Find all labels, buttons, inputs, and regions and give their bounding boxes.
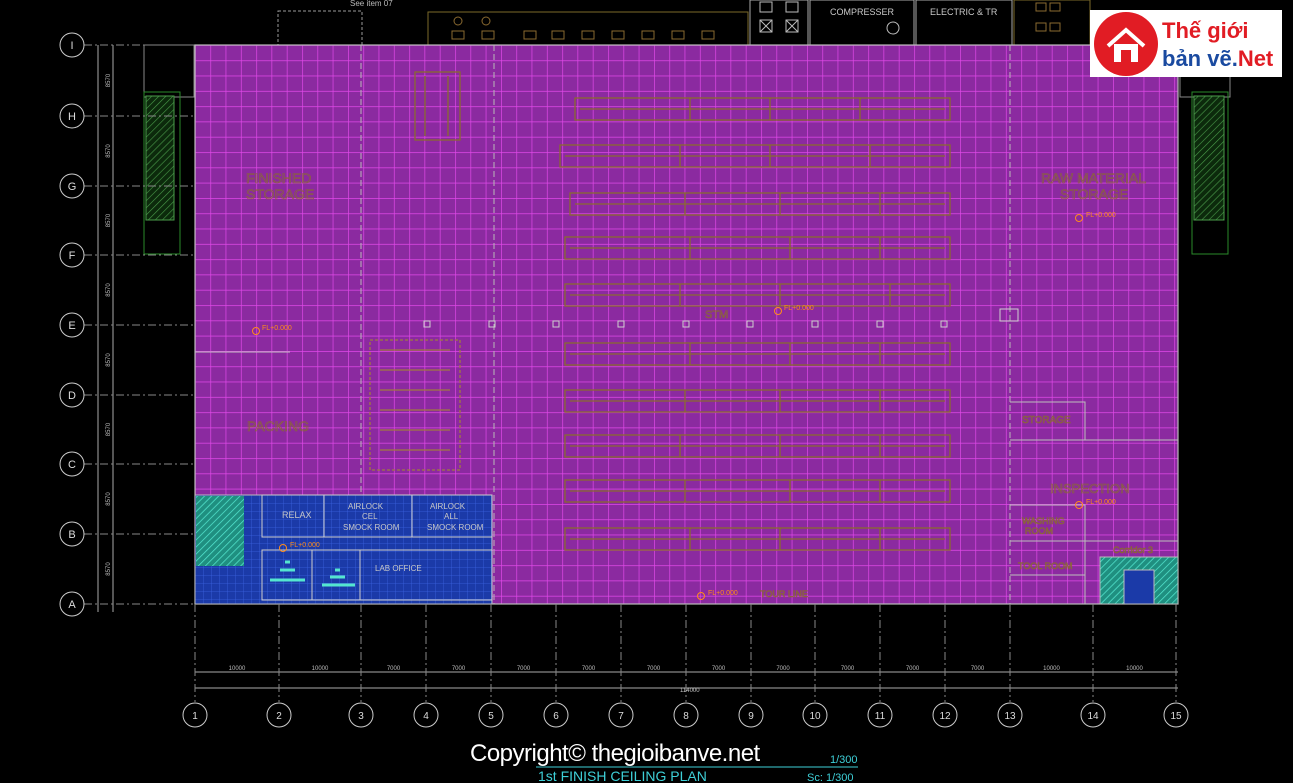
scale-label: 1/300 xyxy=(830,754,858,766)
drawing-title: 1st FINISH CEILING PLAN xyxy=(538,768,707,783)
smock-room-2-label: SMOCK ROOM xyxy=(427,523,484,532)
office-label: LAB OFFICE xyxy=(375,564,422,573)
inspection-label: INSPECTION xyxy=(1050,481,1129,496)
row-dimension: 8570 xyxy=(106,73,112,87)
compressor-label: COMPRESSER xyxy=(830,7,895,17)
raw-material-label: RAW MATERIAL xyxy=(1041,170,1146,186)
logo-line-1: Thế giới xyxy=(1162,18,1249,43)
scale-label-2: Sc: 1/300 xyxy=(807,772,853,783)
column-grid-label: 3 xyxy=(358,711,364,722)
row-grid-label: B xyxy=(68,529,75,541)
svg-text:FL+0.000: FL+0.000 xyxy=(1086,499,1116,506)
column-dimension: 7000 xyxy=(517,666,531,672)
top-structures: See item 07 COMPRESSER ELECTRIC & TR xyxy=(277,0,1091,46)
site-logo[interactable]: Thế giới bản vẽ.Net xyxy=(1090,10,1282,77)
see-item-label: See item 07 xyxy=(350,0,393,8)
column-dimension: 7000 xyxy=(712,666,726,672)
column-dimension: 7000 xyxy=(841,666,855,672)
logo-line-2: bản vẽ.Net xyxy=(1162,46,1274,71)
column-grid-label: 15 xyxy=(1170,711,1182,722)
column-grid-label: 5 xyxy=(488,711,494,722)
column-dimension: 7000 xyxy=(776,666,790,672)
column-grid-label: 10 xyxy=(809,711,821,722)
washing-room-label-2: ROOM xyxy=(1025,526,1053,536)
column-grid-label: 9 xyxy=(748,711,754,722)
airlock-1-label-2: CEL xyxy=(362,512,378,521)
column-dimension: 7000 xyxy=(906,666,920,672)
row-dimension: 8570 xyxy=(106,422,112,436)
row-grid-label: G xyxy=(68,181,77,193)
column-dimension: 7000 xyxy=(582,666,596,672)
tour-line-label: TOUR LINE xyxy=(760,589,808,599)
row-grid-label: H xyxy=(68,111,76,123)
column-grid-label: 4 xyxy=(423,711,429,722)
airlock-2-label-2: ALL xyxy=(444,512,459,521)
corridor-label: Corridor 3 xyxy=(1113,545,1153,555)
row-grid-label: C xyxy=(68,459,76,471)
smock-room-1-label: SMOCK ROOM xyxy=(343,523,400,532)
copyright-watermark: Copyright© thegioibanve.net xyxy=(470,740,760,767)
column-grid-label: 11 xyxy=(875,711,886,722)
row-grid-axis: I 8570 H 8570 G 8570 F 8570 E 8570 D 8570 C 8570 B 8570… xyxy=(59,32,195,617)
row-dimension: 8570 xyxy=(106,213,112,227)
airlock-2-label: AIRLOCK xyxy=(430,502,466,511)
packing-label: PACKING xyxy=(247,418,309,434)
svg-text:FL+0.000: FL+0.000 xyxy=(262,325,292,332)
washing-room-label: WASHING xyxy=(1022,516,1065,526)
tool-room-label: TOOL ROOM xyxy=(1018,561,1073,571)
row-dimension: 8570 xyxy=(106,353,112,367)
column-grid-label: 6 xyxy=(553,711,559,722)
column-dimension: 10000 xyxy=(1126,666,1143,672)
column-dimension: 10000 xyxy=(312,666,329,672)
column-dimension: 10000 xyxy=(1043,666,1060,672)
column-grid-label: 8 xyxy=(683,711,689,722)
column-dimension: 7000 xyxy=(971,666,985,672)
row-grid-label: E xyxy=(68,320,75,332)
column-dimension: 10000 xyxy=(229,666,246,672)
column-grid-label: 1 xyxy=(192,711,198,722)
house-icon xyxy=(1094,11,1158,76)
ceiling-plan-drawing: See item 07 COMPRESSER ELECTRIC & TR FIN… xyxy=(59,0,1231,783)
svg-text:FL+0.000: FL+0.000 xyxy=(708,590,738,597)
svg-text:FL+0.000: FL+0.000 xyxy=(1086,212,1116,219)
column-dimension: 7000 xyxy=(452,666,466,672)
column-grid-label: 14 xyxy=(1087,711,1099,722)
electric-label: ELECTRIC & TR xyxy=(930,7,998,17)
svg-text:FL+0.000: FL+0.000 xyxy=(290,542,320,549)
column-grid-label: 12 xyxy=(939,711,951,722)
raw-material-label-2: STORAGE xyxy=(1060,186,1128,202)
relax-label: RELAX xyxy=(282,510,312,520)
finished-storage-label: FINISHED xyxy=(246,170,311,186)
storage-label: STORAGE xyxy=(1022,415,1071,426)
stm-label: STM xyxy=(705,309,728,321)
airlock-1-label: AIRLOCK xyxy=(348,502,384,511)
finished-storage-label-2: STORAGE xyxy=(246,186,314,202)
column-grid-label: 2 xyxy=(276,711,282,722)
row-dimension: 8570 xyxy=(106,492,112,506)
row-dimension: 8570 xyxy=(106,283,112,297)
row-grid-label: I xyxy=(70,40,73,52)
column-dimension: 7000 xyxy=(647,666,661,672)
column-grid-axis: 1 10000 2 10000 3 7000 4 7000 5 7000 6 7000 7 7000 8 70… xyxy=(182,604,1189,728)
row-grid-label: A xyxy=(68,599,76,611)
total-dimension: 114000 xyxy=(680,688,700,694)
column-dimension: 7000 xyxy=(387,666,401,672)
row-dimension: 8570 xyxy=(106,144,112,158)
row-grid-label: D xyxy=(68,390,76,402)
column-grid-label: 7 xyxy=(618,711,624,722)
svg-text:FL+0.000: FL+0.000 xyxy=(784,305,814,312)
row-grid-label: F xyxy=(69,250,76,262)
column-grid-label: 13 xyxy=(1004,711,1016,722)
row-dimension: 8570 xyxy=(106,562,112,576)
